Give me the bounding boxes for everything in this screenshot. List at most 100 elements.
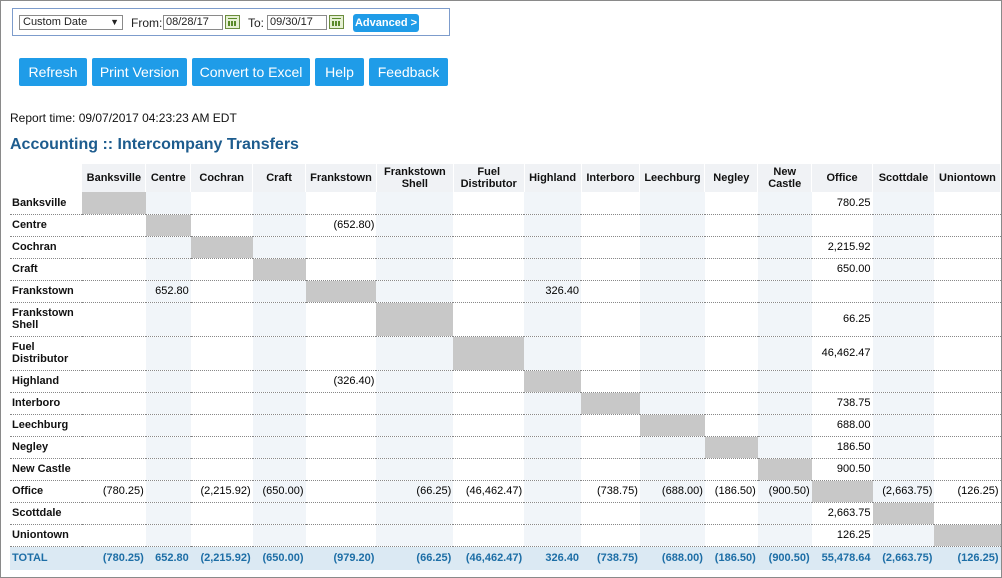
feedback-button[interactable]: Feedback (369, 58, 448, 86)
diagonal-cell (453, 336, 525, 371)
diagonal-cell (190, 236, 253, 259)
to-label: To: (248, 16, 265, 30)
amount-cell (81, 458, 146, 481)
column-header[interactable]: Scottdale (872, 164, 935, 192)
amount-cell (639, 436, 705, 459)
amount-cell (757, 280, 812, 303)
amount-cell (872, 436, 935, 459)
diagonal-cell (81, 192, 146, 215)
amount-cell (305, 236, 377, 259)
amount-cell (757, 414, 812, 437)
column-header[interactable]: Highland (524, 164, 582, 192)
amount-cell (639, 502, 705, 525)
amount-cell (305, 480, 377, 503)
amount-cell (581, 502, 640, 525)
amount-cell (934, 336, 1001, 371)
amount-cell (524, 502, 582, 525)
from-label: From: (131, 16, 163, 30)
dropdown-arrow-icon: ▼ (110, 17, 119, 27)
amount-cell (872, 258, 935, 281)
amount-cell (190, 370, 253, 393)
amount-cell (757, 370, 812, 393)
column-header[interactable]: Craft (252, 164, 306, 192)
diagonal-cell (252, 258, 306, 281)
amount-cell (81, 236, 146, 259)
amount-cell: (652.80) (305, 214, 377, 237)
from-date-input[interactable]: 08/28/17 (163, 15, 223, 30)
calendar-icon[interactable] (329, 15, 344, 29)
column-header[interactable]: Negley (704, 164, 759, 192)
amount-cell: 46,462.47 (811, 336, 873, 371)
amount-cell (453, 370, 525, 393)
amount-cell (376, 280, 454, 303)
column-header[interactable]: Office (811, 164, 874, 192)
amount-cell (639, 214, 705, 237)
column-header[interactable]: Frankstown (305, 164, 377, 192)
amount-cell (524, 192, 582, 215)
row-header: Banksville (10, 192, 82, 215)
amount-cell (453, 458, 525, 481)
table-row: Craft 650.00 (10, 258, 1001, 281)
advanced-button[interactable]: Advanced > (353, 14, 419, 32)
column-header[interactable]: Uniontown (934, 164, 1001, 192)
amount-cell (934, 370, 1001, 393)
refresh-button[interactable]: Refresh (19, 58, 87, 86)
calendar-icon[interactable] (225, 15, 240, 29)
amount-cell (581, 436, 640, 459)
row-header: Craft (10, 258, 82, 281)
column-header[interactable]: Leechburg (639, 164, 706, 192)
amount-cell (145, 436, 191, 459)
amount-cell (934, 302, 1001, 337)
table-corner (10, 164, 83, 192)
column-header[interactable]: Frankstown Shell (376, 164, 454, 192)
amount-cell (453, 436, 525, 459)
amount-cell (145, 370, 191, 393)
column-header[interactable]: New Castle (757, 164, 813, 192)
amount-cell (934, 258, 1001, 281)
amount-cell (872, 392, 935, 415)
page-title: Accounting :: Intercompany Transfers (10, 136, 299, 153)
print-version-button[interactable]: Print Version (92, 58, 187, 86)
amount-cell (81, 214, 146, 237)
amount-cell (704, 336, 758, 371)
table-row: Banksville 780.25 (10, 192, 1001, 215)
amount-cell (704, 370, 758, 393)
amount-cell (639, 258, 705, 281)
amount-cell (524, 214, 582, 237)
column-header[interactable]: Fuel Distributor (453, 164, 525, 192)
amount-cell: (738.75) (581, 480, 640, 503)
amount-cell (190, 436, 253, 459)
amount-cell (704, 302, 758, 337)
amount-cell: (126.25) (934, 480, 1001, 503)
amount-cell (453, 214, 525, 237)
amount-cell (145, 480, 191, 503)
amount-cell (872, 458, 935, 481)
amount-cell: 2,215.92 (811, 236, 873, 259)
diagonal-cell (639, 414, 705, 437)
amount-cell (252, 236, 306, 259)
amount-cell (757, 336, 812, 371)
amount-cell (639, 280, 705, 303)
amount-cell (704, 392, 758, 415)
table-row: Uniontown 126.25 (10, 524, 1001, 547)
amount-cell (581, 192, 640, 215)
column-header[interactable]: Cochran (190, 164, 254, 192)
total-cell: (2,663.75) (872, 546, 935, 570)
amount-cell: (66.25) (376, 480, 454, 503)
amount-cell (305, 502, 377, 525)
column-header[interactable]: Banksville (81, 164, 147, 192)
column-header[interactable]: Centre (145, 164, 192, 192)
convert-to-excel-button[interactable]: Convert to Excel (192, 58, 310, 86)
date-range-select[interactable]: Custom Date ▼ (19, 15, 123, 30)
to-date-input[interactable]: 09/30/17 (267, 15, 327, 30)
amount-cell (757, 436, 812, 459)
column-header[interactable]: Interboro (581, 164, 641, 192)
amount-cell (639, 336, 705, 371)
help-button[interactable]: Help (315, 58, 364, 86)
amount-cell (581, 414, 640, 437)
total-cell: (66.25) (376, 546, 454, 570)
amount-cell (376, 336, 454, 371)
amount-cell (581, 302, 640, 337)
amount-cell (252, 336, 306, 371)
amount-cell (757, 524, 812, 547)
